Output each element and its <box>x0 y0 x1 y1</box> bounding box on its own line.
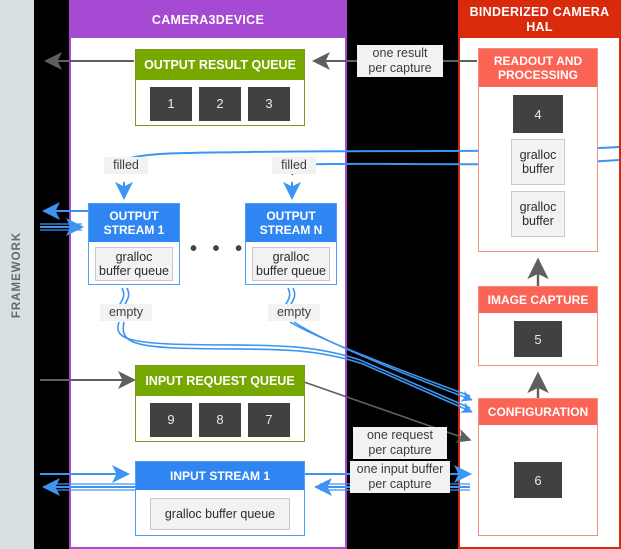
gralloc-buffer: gralloc buffer <box>511 139 565 185</box>
readout-and-processing-box[interactable]: READOUT AND PROCESSING 4 gralloc buffer … <box>478 48 598 252</box>
image-capture-tile: 5 <box>514 321 562 357</box>
output-result-queue-tiles: 1 2 3 <box>136 80 304 127</box>
readout-and-processing-title: READOUT AND PROCESSING <box>479 49 597 87</box>
configuration-title: CONFIGURATION <box>479 399 597 425</box>
output-result-queue-title: OUTPUT RESULT QUEUE <box>136 50 304 80</box>
label-filled-1: filled <box>104 157 148 174</box>
output-result-queue-box[interactable]: OUTPUT RESULT QUEUE 1 2 3 <box>135 49 305 126</box>
input-request-queue-tiles: 9 8 7 <box>136 396 304 443</box>
request-tile: 8 <box>199 402 241 437</box>
result-tile: 3 <box>248 86 290 121</box>
input-request-queue-title: INPUT REQUEST QUEUE <box>136 366 304 396</box>
request-tile: 9 <box>150 402 192 437</box>
camera3device-title: CAMERA3DEVICE <box>71 2 345 38</box>
image-capture-box[interactable]: IMAGE CAPTURE 5 <box>478 286 598 366</box>
output-stream-n-body: gralloc buffer queue <box>246 242 336 285</box>
label-one-request-per-capture: one request per capture <box>353 427 447 459</box>
configuration-body: 6 <box>479 425 597 535</box>
output-stream-n-box[interactable]: OUTPUT STREAM N gralloc buffer queue <box>245 203 337 285</box>
output-stream-1-title: OUTPUT STREAM 1 <box>89 204 179 242</box>
readout-body: 4 gralloc buffer gralloc buffer <box>479 87 597 251</box>
framework-label: FRAMEWORK <box>0 0 34 549</box>
label-filled-n: filled <box>272 157 316 174</box>
readout-tile: 4 <box>513 95 563 133</box>
configuration-box[interactable]: CONFIGURATION 6 <box>478 398 598 536</box>
output-stream-1-body: gralloc buffer queue <box>89 242 179 285</box>
image-capture-title: IMAGE CAPTURE <box>479 287 597 313</box>
binderized-camera-hal-title: BINDERIZED CAMERA HAL <box>460 2 619 38</box>
input-stream-1-title: INPUT STREAM 1 <box>136 462 304 490</box>
diagram-canvas: CAMERA3DEVICE BINDERIZED CAMERA HAL FRAM… <box>0 0 621 549</box>
gralloc-buffer: gralloc buffer <box>511 191 565 237</box>
input-request-queue-box[interactable]: INPUT REQUEST QUEUE 9 8 7 <box>135 365 305 442</box>
output-stream-1-box[interactable]: OUTPUT STREAM 1 gralloc buffer queue <box>88 203 180 285</box>
label-empty-1: empty <box>100 304 152 321</box>
stream-ellipsis: • • • <box>190 238 248 260</box>
result-tile: 2 <box>199 86 241 121</box>
configuration-tile: 6 <box>514 462 562 498</box>
image-capture-body: 5 <box>479 313 597 365</box>
output-stream-n-title: OUTPUT STREAM N <box>246 204 336 242</box>
result-tile: 1 <box>150 86 192 121</box>
label-empty-n: empty <box>268 304 320 321</box>
gralloc-buffer-queue: gralloc buffer queue <box>95 246 173 281</box>
gralloc-buffer-queue: gralloc buffer queue <box>150 497 290 530</box>
framework-label-text: FRAMEWORK <box>11 231 24 318</box>
request-tile: 7 <box>248 402 290 437</box>
label-one-result-per-capture: one result per capture <box>357 45 443 77</box>
input-stream-1-body: gralloc buffer queue <box>136 490 304 537</box>
label-one-input-buffer-per-capture: one input buffer per capture <box>350 461 450 493</box>
black-gap-left <box>34 0 69 549</box>
gralloc-buffer-queue: gralloc buffer queue <box>252 246 330 281</box>
input-stream-1-box[interactable]: INPUT STREAM 1 gralloc buffer queue <box>135 461 305 536</box>
